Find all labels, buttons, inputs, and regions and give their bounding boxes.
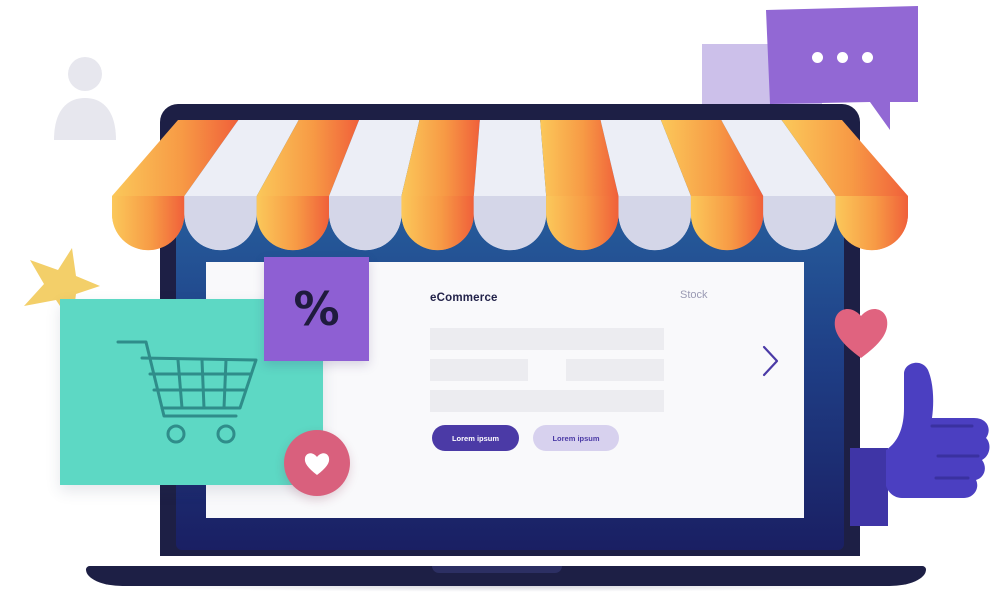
- awning-scallop: [546, 196, 619, 251]
- heart-icon: [834, 309, 888, 358]
- shopping-cart-icon: [116, 340, 258, 444]
- chat-dot: [837, 51, 848, 63]
- chat-typing-dots: [812, 50, 882, 64]
- placeholder-bar: [430, 328, 664, 350]
- laptop-notch: [432, 566, 562, 573]
- awning-scallop: [112, 196, 185, 251]
- awning-scallop: [618, 196, 691, 251]
- awning-scallop: [763, 196, 836, 251]
- secondary-button[interactable]: Lorem ipsum: [533, 425, 619, 451]
- stock-label: Stock: [680, 289, 708, 301]
- placeholder-bar: [430, 359, 528, 381]
- chevron-right-icon[interactable]: [758, 344, 782, 378]
- heart-icon: [304, 453, 330, 475]
- ecommerce-illustration: eCommerce Stock Lorem ipsum Lorem ipsum: [0, 0, 994, 594]
- store-awning: [112, 120, 908, 251]
- panel-title: eCommerce: [430, 292, 498, 304]
- awning-scallop: [184, 196, 257, 251]
- awning-scallop: [473, 196, 547, 251]
- chat-dot: [812, 51, 823, 63]
- primary-button[interactable]: Lorem ipsum: [432, 425, 519, 451]
- awning-scallop: [690, 196, 764, 251]
- awning-scallop: [835, 196, 908, 251]
- placeholder-bar: [566, 359, 664, 381]
- chat-dot: [862, 51, 873, 63]
- awning-scallop: [329, 196, 402, 251]
- discount-tag: %: [264, 257, 369, 361]
- awning-scallop: [401, 196, 474, 251]
- placeholder-bar: [430, 390, 664, 412]
- thumbs-up-icon: [850, 362, 990, 526]
- awning-scallop: [256, 196, 330, 251]
- user-icon: [54, 57, 116, 140]
